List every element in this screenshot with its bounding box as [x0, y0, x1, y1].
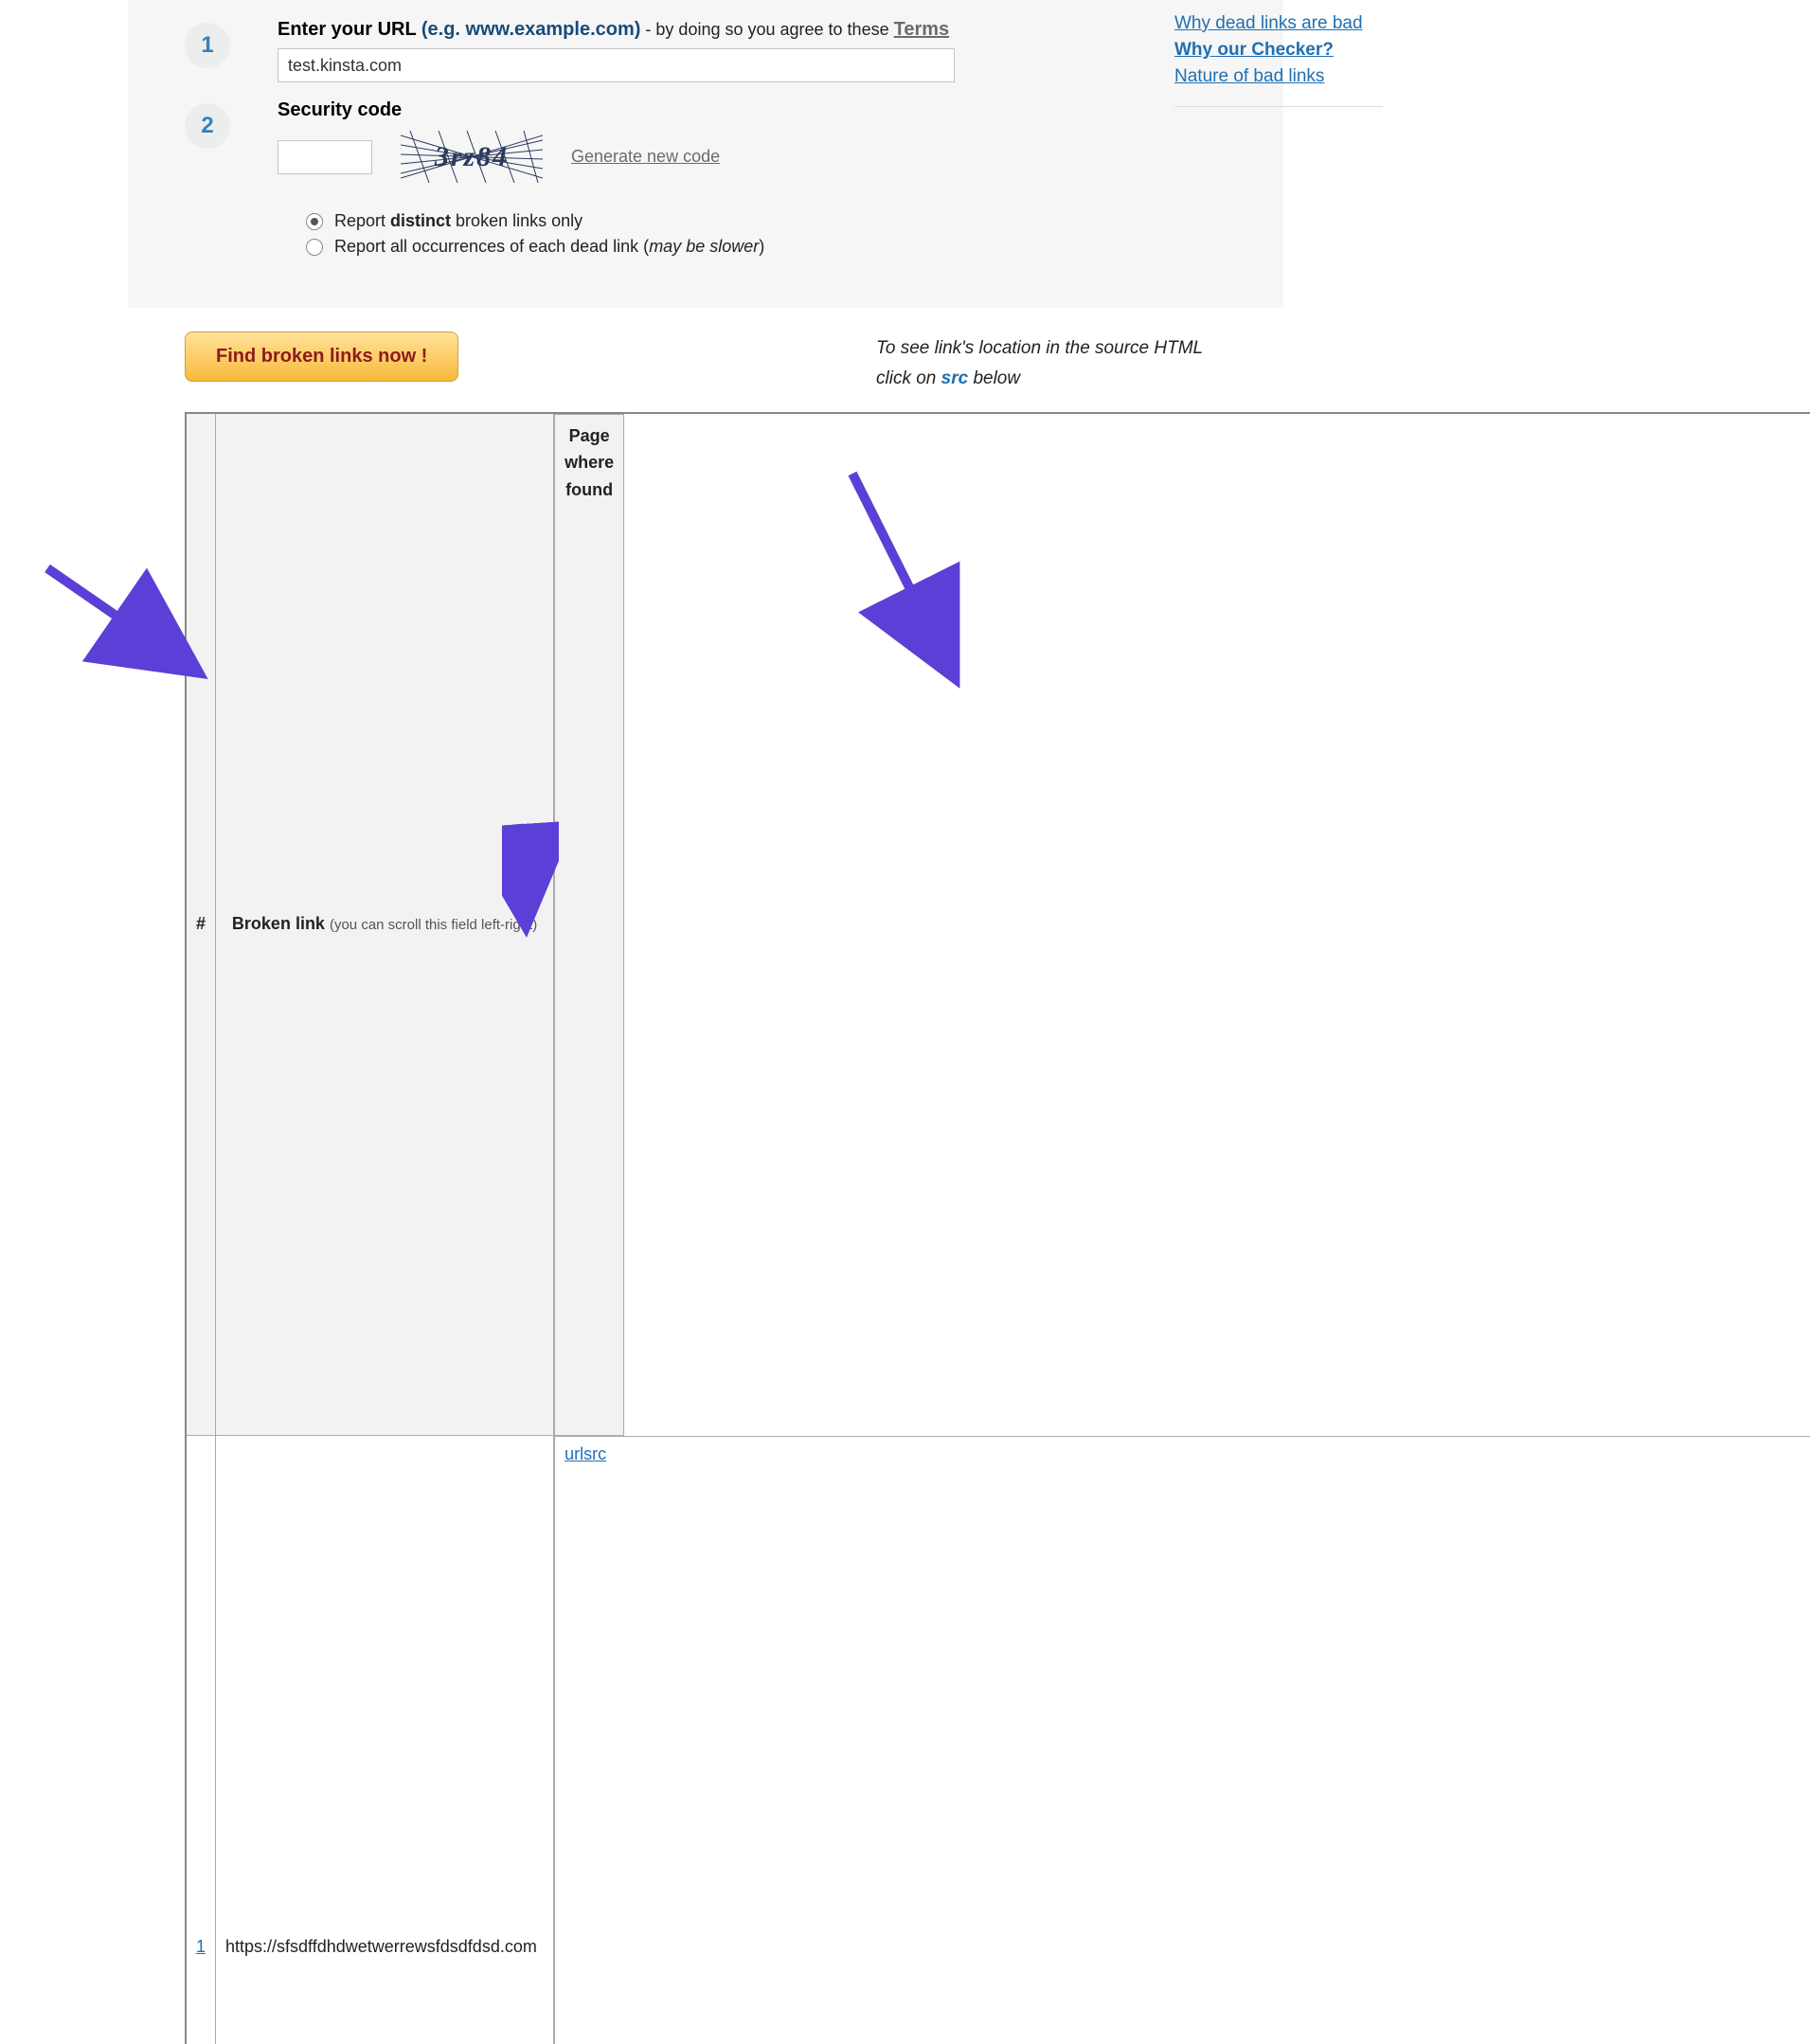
hint-line2a: click on	[876, 368, 941, 388]
generate-code-link[interactable]: Generate new code	[571, 147, 720, 167]
th-page-found: Page where found	[554, 414, 624, 1436]
table-row: 1 https://sfsdffdhdwetwerrewsfdsdfdsd.co…	[186, 1436, 1810, 2044]
step-1-title-eg: (e.g. www.example.com)	[421, 19, 641, 40]
sidebar-link-nature[interactable]: Nature of bad links	[1174, 66, 1383, 87]
step-1-title-pre: Enter your URL	[278, 19, 421, 40]
th-number: #	[186, 413, 216, 1436]
th-broken-link-label: Broken link	[232, 914, 325, 933]
hint-src: src	[941, 368, 969, 388]
terms-link[interactable]: Terms	[894, 19, 950, 40]
sidebar-link-checker[interactable]: Why our Checker?	[1174, 40, 1383, 61]
results-table: # Broken link (you can scroll this field…	[185, 412, 1810, 2044]
radio-distinct-bold: distinct	[390, 211, 451, 230]
hint-text: To see link's location in the source HTM…	[876, 332, 1255, 395]
sidebar-link-dead-links[interactable]: Why dead links are bad	[1174, 13, 1383, 34]
step-1-title: Enter your URL (e.g. www.example.com) - …	[278, 19, 1255, 41]
step-2-badge: 2	[185, 103, 230, 149]
radio-distinct-pre: Report	[334, 211, 390, 230]
row-url-link[interactable]: url	[565, 1444, 583, 2044]
radio-all-em: may be slower	[649, 237, 759, 256]
hint-line1: To see link's location in the source HTM…	[876, 338, 1203, 358]
hint-line2b: below	[968, 368, 1020, 388]
find-links-button[interactable]: Find broken links now !	[185, 332, 458, 382]
radio-distinct[interactable]: Report distinct broken links only	[306, 211, 1255, 231]
row-url: https://sfsdffdhdwetwerrewsfdsdfdsd.com	[216, 1436, 554, 2044]
step-2-title: Security code	[278, 99, 1255, 121]
step-1-title-tail: - by doing so you agree to these	[640, 20, 893, 39]
captcha-image: 3rz84	[401, 131, 543, 183]
step-2: 2 Security code 3rz84	[185, 99, 1255, 262]
results-area: Find broken links now ! To see link's lo…	[128, 308, 1283, 2044]
radio-all-dot[interactable]	[306, 239, 323, 256]
url-input[interactable]	[278, 48, 955, 82]
radio-all[interactable]: Report all occurrences of each dead link…	[306, 237, 1255, 257]
radio-all-pre: Report all occurrences of each dead link…	[334, 237, 649, 256]
captcha-input[interactable]	[278, 140, 372, 174]
row-src-link[interactable]: src	[583, 1444, 606, 2044]
radio-distinct-post: broken links only	[451, 211, 582, 230]
captcha-scribble-icon	[401, 131, 543, 183]
row-number-link[interactable]: 1	[196, 1937, 206, 1956]
th-broken-link-sub: (you can scroll this field left-right)	[330, 917, 537, 933]
step-1-badge: 1	[185, 23, 230, 68]
radio-distinct-dot[interactable]	[306, 213, 323, 230]
form-area: 1 Enter your URL (e.g. www.example.com) …	[128, 0, 1283, 308]
step-1: 1 Enter your URL (e.g. www.example.com) …	[185, 19, 1255, 82]
th-broken-link: Broken link (you can scroll this field l…	[216, 413, 554, 1436]
radio-all-post: )	[759, 237, 764, 256]
sidebar: Why dead links are bad Why our Checker? …	[1174, 8, 1383, 107]
